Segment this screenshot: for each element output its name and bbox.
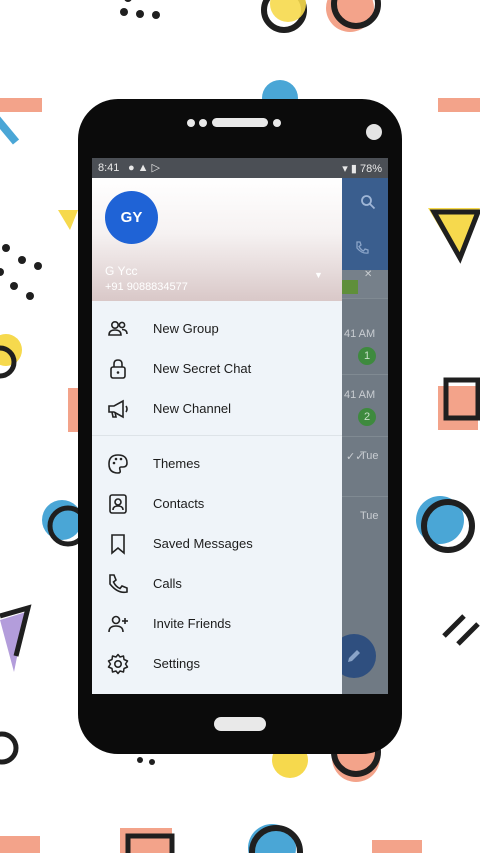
unread-badge: 2	[358, 408, 376, 426]
add-person-icon	[108, 615, 128, 633]
menu-label: Invite Friends	[153, 616, 232, 631]
notification-icons: ●▲▷	[128, 161, 163, 174]
navigation-drawer: GY G Ycc +91 9088834577 ▼ New Group New …	[92, 178, 342, 694]
group-icon	[108, 321, 128, 336]
battery-icon: ▮	[350, 163, 357, 175]
avatar[interactable]: GY	[105, 191, 158, 244]
menu-item-invite-friends[interactable]: Invite Friends	[92, 604, 342, 644]
pencil-icon	[348, 650, 360, 662]
lock-icon	[110, 359, 126, 379]
menu-item-settings[interactable]: Settings	[92, 644, 342, 684]
home-button[interactable]	[214, 717, 266, 731]
menu-item-themes[interactable]: Themes	[92, 444, 342, 484]
status-right: ▾ ▮ 78%	[342, 162, 382, 175]
status-bar: 8:41 ●▲▷ ▾ ▮ 78%	[92, 158, 388, 178]
phone-icon[interactable]	[354, 240, 370, 256]
menu-divider	[92, 435, 342, 436]
phone-sensor-dot	[199, 119, 207, 127]
user-phone: +91 9088834577	[105, 281, 188, 293]
search-icon[interactable]	[360, 194, 376, 210]
battery-level: 78%	[359, 163, 382, 175]
phone-speaker	[212, 118, 268, 127]
contact-icon	[109, 494, 127, 514]
menu-item-new-channel[interactable]: New Channel	[92, 389, 342, 429]
menu-item-new-secret-chat[interactable]: New Secret Chat	[92, 349, 342, 389]
drawer-header: GY G Ycc +91 9088834577 ▼	[92, 178, 342, 301]
divider	[342, 496, 388, 497]
menu-item-new-group[interactable]: New Group	[92, 309, 342, 349]
unread-badge: 1	[358, 347, 376, 365]
close-icon[interactable]: ✕	[364, 269, 372, 280]
banner-strip: ✕	[342, 269, 388, 298]
divider	[342, 374, 388, 375]
menu-label: New Group	[153, 321, 219, 336]
user-name: G Ycc	[105, 264, 138, 278]
menu-label: Themes	[153, 456, 200, 471]
app-header	[342, 178, 388, 270]
chat-time: 41 AM	[344, 389, 376, 401]
chat-bubble-icon: ●	[128, 162, 138, 174]
divider	[342, 436, 388, 437]
menu-item-saved-messages[interactable]: Saved Messages	[92, 524, 342, 564]
phone-icon	[109, 574, 128, 594]
menu-label: Calls	[153, 576, 182, 591]
status-time: 8:41	[98, 162, 120, 174]
menu-item-calls[interactable]: Calls	[92, 564, 342, 604]
menu-label: New Secret Chat	[153, 361, 252, 376]
menu-label: New Channel	[153, 401, 232, 416]
warning-icon: ▲	[137, 162, 152, 174]
gear-icon	[107, 653, 129, 675]
megaphone-icon	[108, 399, 128, 419]
menu-label: Settings	[153, 656, 200, 671]
palette-icon	[108, 454, 128, 474]
phone-camera	[366, 124, 382, 140]
phone-sensor-dot	[187, 119, 195, 127]
chat-time: Tue	[360, 450, 379, 462]
menu-label: Contacts	[153, 496, 205, 511]
phone-sensor-dot	[273, 119, 281, 127]
chat-time: Tue	[360, 510, 379, 522]
chat-time: 41 AM	[344, 328, 376, 340]
divider	[342, 298, 388, 299]
menu-label: Saved Messages	[153, 536, 253, 551]
phone-screen: ✕ 41 AM 1 41 AM 2 ✓✓ Tue Tue 8:41 ●▲▷ ▾ …	[92, 158, 388, 694]
wifi-icon: ▾	[342, 163, 348, 175]
account-switch-caret-icon[interactable]: ▼	[314, 270, 323, 280]
menu-item-contacts[interactable]: Contacts	[92, 484, 342, 524]
banner-button[interactable]	[342, 280, 358, 294]
play-store-icon: ▷	[151, 162, 164, 174]
bookmark-icon	[111, 534, 125, 555]
